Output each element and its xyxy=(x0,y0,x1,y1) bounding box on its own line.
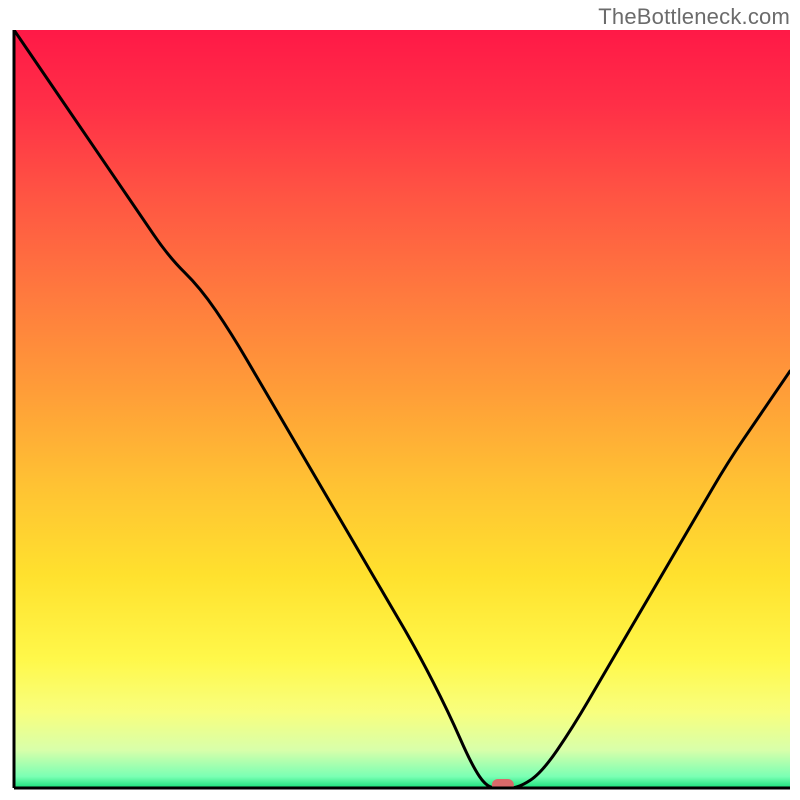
bottleneck-chart xyxy=(0,0,800,800)
chart-container: TheBottleneck.com xyxy=(0,0,800,800)
watermark-text: TheBottleneck.com xyxy=(598,4,790,30)
gradient-background xyxy=(14,30,790,788)
